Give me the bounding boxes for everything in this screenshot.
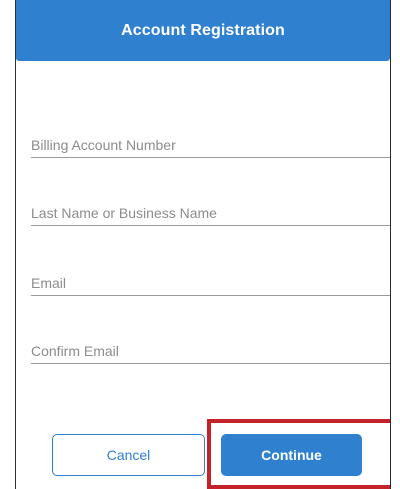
continue-button[interactable]: Continue [221, 434, 362, 476]
app-frame: Account Registration Cancel Continue [15, 0, 391, 489]
last-name-field[interactable] [31, 202, 390, 226]
last-name-input[interactable] [31, 203, 390, 223]
billing-account-number-input[interactable] [31, 135, 390, 155]
email-field[interactable] [31, 272, 390, 296]
page-title: Account Registration [121, 21, 285, 39]
confirm-email-input[interactable] [31, 341, 390, 361]
confirm-email-field[interactable] [31, 340, 390, 364]
header-bar: Account Registration [16, 0, 390, 61]
billing-account-number-field[interactable] [31, 134, 390, 158]
cancel-button[interactable]: Cancel [52, 434, 205, 476]
email-input[interactable] [31, 273, 390, 293]
